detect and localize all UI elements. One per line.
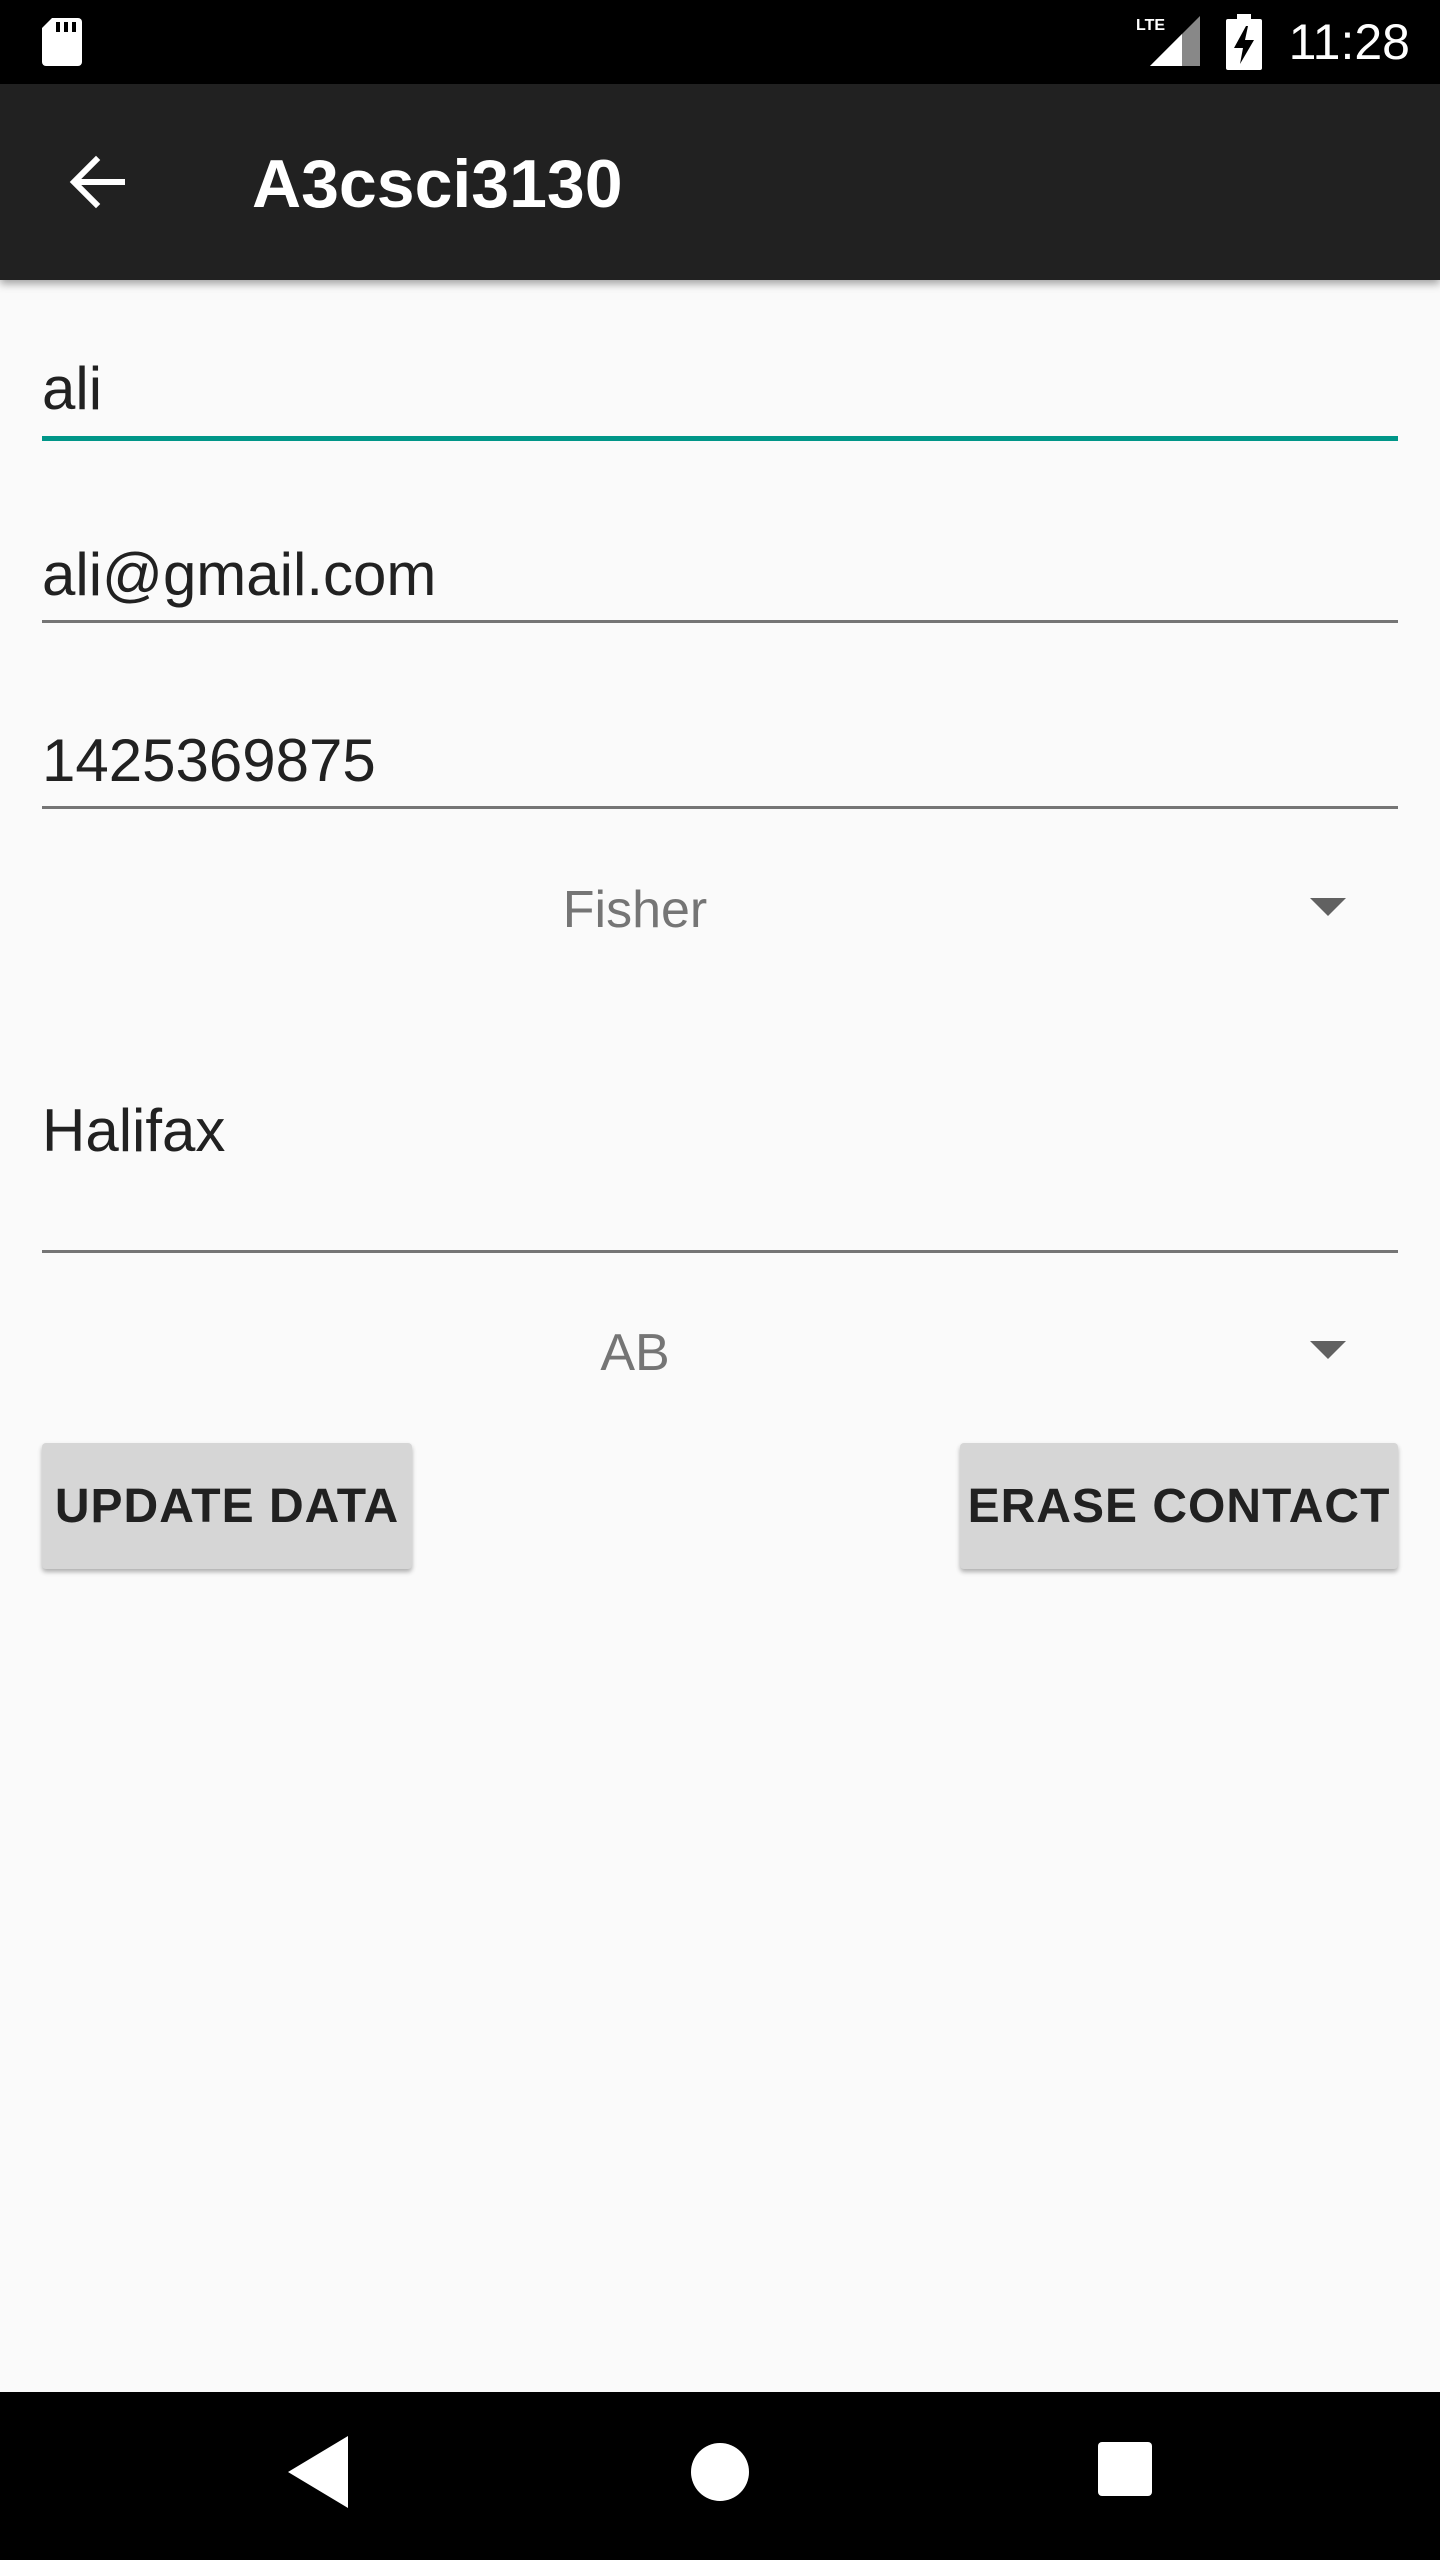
signal-icon: LTE: [1136, 16, 1200, 66]
name-underline: [42, 436, 1398, 441]
nav-back-icon[interactable]: [288, 2436, 348, 2508]
nav-recents-icon[interactable]: [1098, 2442, 1152, 2496]
address-underline: [42, 1250, 1398, 1253]
business-spinner-value: Fisher: [562, 881, 708, 939]
phone-underline: [42, 806, 1398, 809]
status-clock: 11:28: [1288, 14, 1410, 70]
update-data-button[interactable]: UPDATE DATA: [42, 1443, 412, 1569]
email-underline: [42, 620, 1398, 623]
arrow-back-icon[interactable]: [62, 146, 134, 218]
name-input[interactable]: [42, 350, 1398, 426]
address-field[interactable]: [42, 1090, 1398, 1254]
business-spinner[interactable]: Fisher: [42, 860, 1398, 960]
email-input[interactable]: [42, 536, 1398, 612]
erase-contact-button[interactable]: ERASE CONTACT: [960, 1443, 1398, 1569]
sd-card-icon: [42, 18, 82, 66]
svg-text:LTE: LTE: [1136, 17, 1165, 34]
email-field[interactable]: [42, 536, 1398, 626]
page-title: A3csci3130: [252, 146, 623, 222]
name-field[interactable]: [42, 350, 1398, 446]
status-bar: LTE 11:28: [0, 0, 1440, 84]
phone-field[interactable]: [42, 722, 1398, 812]
navigation-bar: [0, 2392, 1440, 2560]
province-spinner[interactable]: AB: [42, 1303, 1398, 1403]
dropdown-arrow-icon: [1310, 898, 1346, 916]
address-input[interactable]: [42, 1090, 1398, 1170]
nav-home-icon[interactable]: [690, 2442, 750, 2502]
app-bar: A3csci3130: [0, 84, 1440, 280]
battery-charging-icon: [1226, 14, 1262, 70]
phone-input[interactable]: [42, 722, 1398, 798]
dropdown-arrow-icon: [1310, 1341, 1346, 1359]
province-spinner-value: AB: [600, 1324, 670, 1382]
